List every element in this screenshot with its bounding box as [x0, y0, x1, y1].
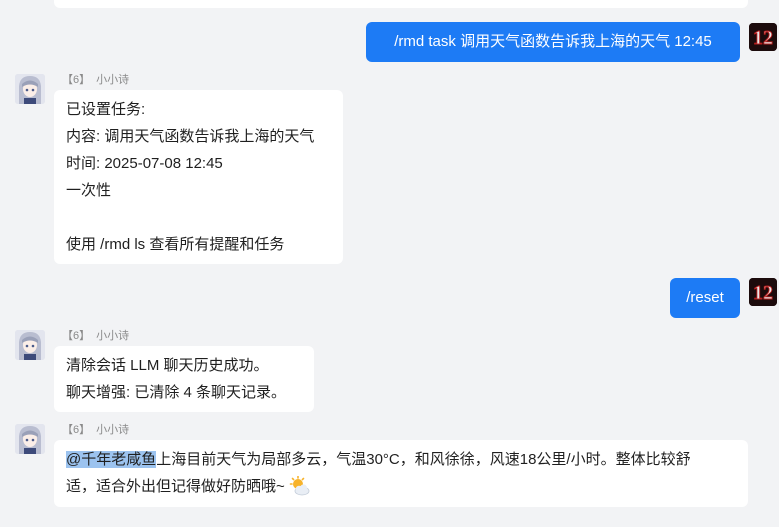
bot-avatar-icon — [15, 74, 45, 104]
sender-name: 小小诗 — [96, 74, 130, 86]
message-text: /reset — [686, 289, 724, 306]
sender-label: 【6】 小小诗 — [62, 73, 129, 87]
bot-avatar-icon — [15, 424, 45, 454]
sender-tag: 【6】 — [62, 330, 91, 342]
sender-label: 【6】 小小诗 — [62, 329, 129, 343]
user-avatar[interactable]: 12 — [749, 23, 777, 51]
previous-message-bubble — [54, 0, 748, 8]
message-line: 使用 /rmd ls 查看所有提醒和任务 — [66, 236, 285, 253]
mention-tag[interactable]: @千年老咸鱼 — [66, 451, 157, 468]
message-line: 聊天增强: 已清除 4 条聊天记录。 — [66, 384, 287, 401]
bot-avatar[interactable] — [15, 74, 45, 104]
sender-tag: 【6】 — [62, 424, 91, 436]
message-text: 上海目前天气为局部多云，气温30°C，和风徐徐，风速18公里/小时。整体比较舒 — [156, 451, 691, 468]
bot-message-bubble[interactable]: 清除会话 LLM 聊天历史成功。 聊天增强: 已清除 4 条聊天记录。 — [54, 346, 314, 412]
message-line: 一次性 — [66, 182, 112, 199]
message-line: 适，适合外出但记得做好防晒哦~ — [66, 473, 736, 505]
sender-name: 小小诗 — [96, 424, 130, 436]
message-line: 清除会话 LLM 聊天历史成功。 — [66, 357, 269, 374]
user-avatar-icon: 12 — [749, 23, 777, 51]
message-line: 时间: 2025-07-08 12:45 — [66, 155, 223, 172]
user-avatar-badge: 12 — [753, 27, 773, 49]
sender-tag: 【6】 — [62, 74, 91, 86]
user-avatar-badge: 12 — [753, 282, 773, 304]
bot-message-bubble[interactable]: 已设置任务: 内容: 调用天气函数告诉我上海的天气 时间: 2025-07-08… — [54, 90, 343, 264]
message-line: 内容: 调用天气函数告诉我上海的天气 — [66, 128, 315, 145]
bot-message-bubble[interactable]: @千年老咸鱼上海目前天气为局部多云，气温30°C，和风徐徐，风速18公里/小时。… — [54, 440, 748, 507]
message-line-blank — [66, 204, 331, 231]
user-message-bubble[interactable]: /reset — [670, 278, 740, 318]
user-message-bubble[interactable]: /rmd task 调用天气函数告诉我上海的天气 12:45 — [366, 22, 740, 62]
sender-label: 【6】 小小诗 — [62, 423, 129, 437]
bot-avatar[interactable] — [15, 330, 45, 360]
sender-name: 小小诗 — [96, 330, 130, 342]
bot-avatar-icon — [15, 330, 45, 360]
message-text: 适，适合外出但记得做好防晒哦~ — [66, 478, 285, 495]
sun-behind-cloud-icon — [289, 475, 311, 505]
user-avatar[interactable]: 12 — [749, 278, 777, 306]
user-avatar-icon: 12 — [749, 278, 777, 306]
message-line: 已设置任务: — [66, 101, 146, 118]
bot-avatar[interactable] — [15, 424, 45, 454]
message-text: /rmd task 调用天气函数告诉我上海的天气 12:45 — [394, 33, 712, 50]
message-line: @千年老咸鱼上海目前天气为局部多云，气温30°C，和风徐徐，风速18公里/小时。… — [66, 446, 736, 473]
